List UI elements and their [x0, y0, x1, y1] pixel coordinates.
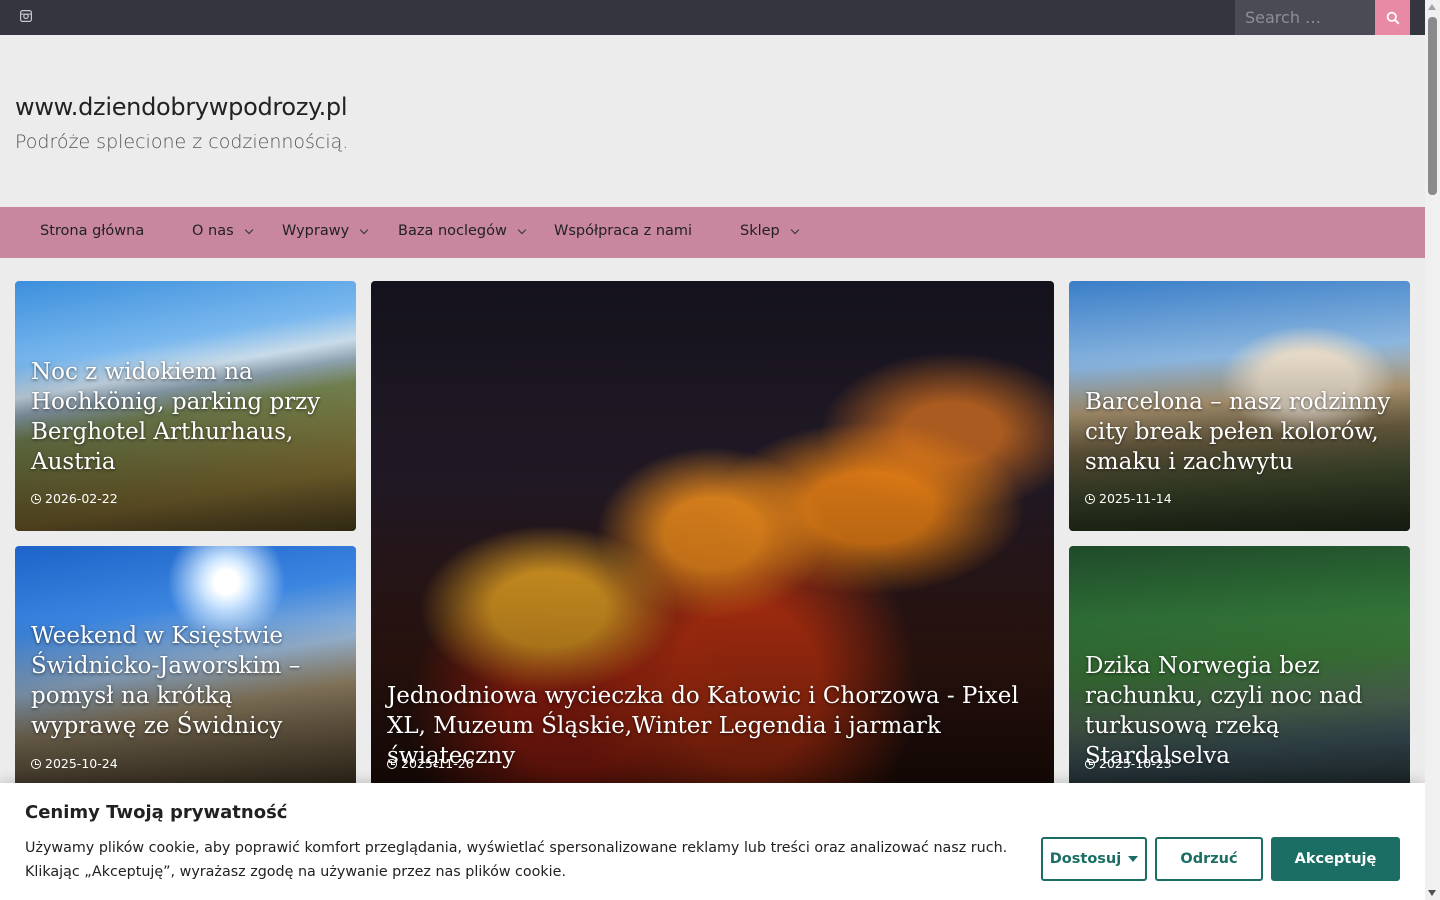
page-scrollbar[interactable] — [1425, 0, 1440, 900]
nav-item-label: Wyprawy — [282, 223, 350, 239]
chevron-down-icon — [359, 225, 369, 234]
nav-item-label: Współpraca z nami — [554, 223, 693, 239]
post-title[interactable]: Barcelona – nasz rodzinny city break peł… — [1085, 387, 1396, 477]
post-date: 2026-02-22 — [31, 491, 118, 506]
post-title[interactable]: Weekend w Księstwie Świdnicko-Jaworskim … — [31, 621, 342, 741]
top-bar: Search … — [0, 0, 1425, 35]
cookie-banner: Cenimy Twoją prywatność Używamy plików c… — [0, 783, 1425, 900]
post-title[interactable]: Noc z widokiem na Hochkönig, parking prz… — [31, 357, 342, 477]
reject-button[interactable]: Odrzuć — [1155, 837, 1263, 881]
nav-item-cooperation[interactable]: Współpraca z nami — [554, 223, 692, 239]
nav-item-label: Sklep — [740, 223, 780, 239]
chevron-down-icon — [517, 225, 527, 234]
cookie-title: Cenimy Twoją prywatność — [25, 802, 288, 823]
post-card[interactable]: Noc z widokiem na Hochkönig, parking prz… — [15, 281, 356, 531]
nav-item-trips[interactable]: Wyprawy — [282, 223, 369, 239]
nav-item-label: O nas — [192, 223, 234, 239]
post-date-text: 2025-11-14 — [1099, 491, 1172, 506]
clock-icon — [31, 758, 41, 769]
search-button[interactable] — [1375, 0, 1410, 35]
post-date: 2025-10-24 — [31, 756, 118, 771]
nav-item-about[interactable]: O nas — [192, 223, 253, 239]
post-card[interactable]: Weekend w Księstwie Świdnicko-Jaworskim … — [15, 546, 356, 786]
site-tagline: Podróże splecione z codziennością. — [15, 131, 349, 153]
magnifier-icon — [1386, 11, 1400, 25]
nav-item-home[interactable]: Strona główna — [40, 223, 144, 239]
post-title[interactable]: Jednodniowa wycieczka do Katowic i Chorz… — [387, 681, 1040, 771]
chevron-down-icon — [790, 225, 800, 234]
post-date: 2025-11-26 — [387, 756, 474, 771]
instagram-icon[interactable] — [19, 9, 33, 23]
nav-item-accommodation[interactable]: Baza noclegów — [398, 223, 527, 239]
scroll-down-arrow-icon[interactable] — [1428, 890, 1436, 896]
clock-icon — [1085, 758, 1095, 769]
main-nav: Strona główna O nas Wyprawy Baza noclegó… — [0, 207, 1425, 258]
post-date-text: 2025-10-24 — [45, 756, 118, 771]
post-card[interactable]: Dzika Norwegia bez rachunku, czyli noc n… — [1069, 546, 1410, 786]
post-date: 2025-10-23 — [1085, 756, 1172, 771]
post-date-text: 2026-02-22 — [45, 491, 118, 506]
clock-icon — [31, 493, 41, 504]
post-title[interactable]: Dzika Norwegia bez rachunku, czyli noc n… — [1085, 651, 1396, 771]
site-title[interactable]: www.dziendobrywpodrozy.pl — [15, 93, 348, 121]
customize-button[interactable]: Dostosuj — [1041, 837, 1147, 881]
customize-label: Dostosuj — [1049, 851, 1122, 867]
nav-item-label: Strona główna — [40, 223, 145, 239]
cookie-text: Używamy plików cookie, aby poprawić komf… — [25, 840, 1008, 880]
search-input[interactable]: Search … — [1235, 0, 1375, 35]
scroll-up-arrow-icon[interactable] — [1428, 4, 1436, 10]
featured-post-card[interactable]: Jednodniowa wycieczka do Katowic i Chorz… — [371, 281, 1054, 786]
nav-item-label: Baza noclegów — [398, 223, 507, 239]
caret-down-icon — [1128, 856, 1139, 862]
post-date-text: 2025-11-26 — [401, 756, 474, 771]
chevron-down-icon — [244, 225, 253, 234]
scrollbar-thumb[interactable] — [1428, 17, 1437, 195]
post-card[interactable]: Barcelona – nasz rodzinny city break peł… — [1069, 281, 1410, 531]
clock-icon — [1085, 493, 1095, 504]
post-date: 2025-11-14 — [1085, 491, 1172, 506]
accept-button[interactable]: Akceptuję — [1271, 837, 1400, 881]
post-date-text: 2025-10-23 — [1099, 756, 1172, 771]
clock-icon — [387, 758, 397, 769]
site-header: www.dziendobrywpodrozy.pl Podróże spleci… — [0, 35, 1425, 207]
nav-item-shop[interactable]: Sklep — [740, 223, 800, 239]
